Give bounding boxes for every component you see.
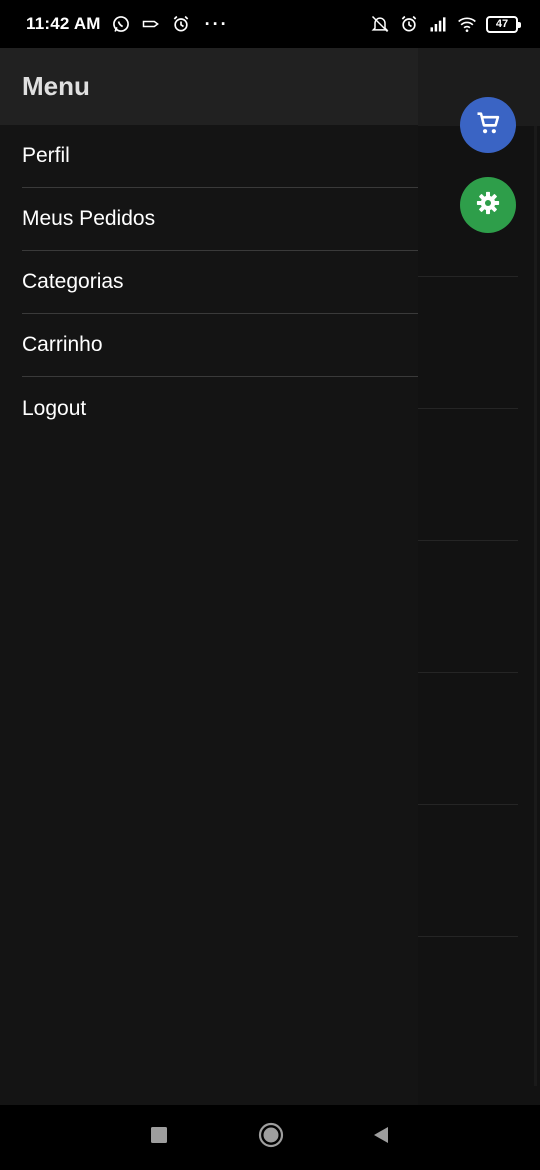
list-divider [418,276,518,277]
list-divider [418,408,518,409]
status-bar: 11:42 AM ··· 47 [0,0,540,48]
wifi-icon [457,14,477,34]
battery-icon: 47 [486,15,521,33]
recent-apps-button[interactable] [129,1105,189,1170]
drawer-header: Menu [0,48,418,125]
drawer-title: Menu [22,71,90,101]
menu-item-meus-pedidos[interactable]: Meus Pedidos [22,188,418,251]
scrollbar [534,126,537,1086]
cart-icon [474,109,502,142]
menu-item-carrinho[interactable]: Carrinho [22,314,418,377]
home-button[interactable] [241,1105,301,1170]
back-button[interactable] [351,1105,411,1170]
back-icon [371,1125,391,1150]
menu-list: Perfil Meus Pedidos Categorias Carrinho … [0,125,418,440]
system-nav-bar [0,1105,540,1170]
cart-button[interactable] [460,97,516,153]
alarm-icon [171,14,191,34]
alarm-icon [399,14,419,34]
phone-screen: 11:42 AM ··· 47 Menu Perfil Meus Pedidos… [0,0,540,1170]
list-divider [418,672,518,673]
menu-item-categorias[interactable]: Categorias [22,251,418,314]
home-icon [258,1122,284,1153]
signal-icon [428,14,448,34]
settings-button[interactable] [460,177,516,233]
battery-level: 47 [495,18,509,30]
list-divider [418,540,518,541]
navigation-drawer: Menu Perfil Meus Pedidos Categorias Carr… [0,48,418,1105]
more-notifications-icon: ··· [204,13,229,34]
status-time: 11:42 AM [26,14,101,33]
menu-item-logout[interactable]: Logout [22,377,418,440]
status-right: 47 [370,14,521,34]
list-divider [418,936,518,937]
tag-icon [141,14,161,34]
status-left: 11:42 AM ··· [26,14,229,35]
menu-item-perfil[interactable]: Perfil [22,125,418,188]
whatsapp-icon [111,14,131,34]
recent-apps-icon [150,1126,168,1149]
list-divider [418,804,518,805]
notifications-off-icon [370,14,390,34]
gear-icon [474,189,502,222]
